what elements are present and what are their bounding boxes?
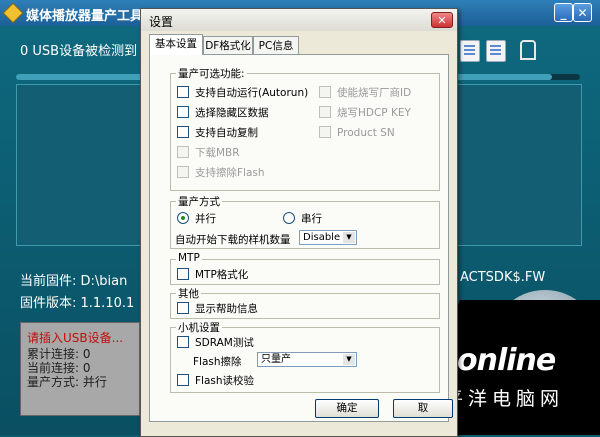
checkbox-box — [319, 86, 331, 98]
checkbox-box — [319, 106, 331, 118]
download-mbr-checkbox: 下载MBR — [177, 146, 240, 160]
auto-copy-label: 支持自动复制 — [195, 127, 258, 139]
device-settings-title: 小机设置 — [176, 320, 222, 335]
mtp-format-label: MTP格式化 — [195, 269, 249, 281]
checkbox-box — [177, 302, 189, 314]
show-help-label: 显示帮助信息 — [195, 303, 258, 315]
minimize-button[interactable]: _ — [554, 3, 573, 22]
auto-copy-checkbox[interactable]: 支持自动复制 — [177, 126, 258, 140]
product-sn-label: Product SN — [337, 127, 395, 139]
dialog-close-button[interactable]: ✕ — [431, 12, 453, 28]
flash-verify-checkbox[interactable]: Flash读校验 — [177, 374, 254, 388]
production-mode: 量产方式: 并行 — [27, 375, 107, 389]
other-group: 其他 显示帮助信息 — [170, 286, 440, 319]
serial-label: 串行 — [301, 213, 322, 225]
mode-group-title: 量产方式 — [176, 194, 222, 209]
flash-erase-value: 只量产 — [261, 354, 291, 365]
checkbox-box — [177, 126, 189, 138]
settings-dialog: 设置 ✕ 基本设置 DF格式化 PC信息 量产可选功能: 支持自动运行(Auto… — [140, 8, 458, 437]
hdcp-key-label: 烧写HDCP KEY — [337, 107, 411, 119]
ok-button[interactable]: 确定 — [315, 399, 379, 418]
firmware-version: 固件版本: 1.1.10.1 — [20, 296, 135, 311]
device-settings-group: 小机设置 SDRAM测试 Flash擦除 只量产 ▼ Flash读校验 — [170, 320, 440, 393]
download-mbr-label: 下载MBR — [195, 147, 240, 159]
tab-df-format[interactable]: DF格式化 — [203, 36, 253, 55]
radio-dot — [177, 212, 189, 224]
tab-basic-settings[interactable]: 基本设置 — [149, 34, 203, 55]
erase-flash-label: 支持擦除Flash — [195, 167, 265, 179]
autorun-label: 支持自动运行(Autorun) — [195, 87, 309, 99]
sdram-test-label: SDRAM测试 — [195, 337, 254, 349]
help-doc-icon[interactable] — [486, 40, 506, 62]
mode-group: 量产方式 并行 串行 自动开始下载的样机数量 Disable ▼ — [170, 194, 440, 249]
basic-settings-page: 量产可选功能: 支持自动运行(Autorun) 选择隐藏区数据 支持自动复制 下… — [149, 54, 449, 422]
settings-doc-icon[interactable] — [460, 40, 480, 62]
hidden-area-label: 选择隐藏区数据 — [195, 107, 269, 119]
flash-erase-select[interactable]: 只量产 ▼ — [257, 352, 357, 367]
flash-erase-label: Flash擦除 — [193, 356, 242, 368]
options-group: 量产可选功能: 支持自动运行(Autorun) 选择隐藏区数据 支持自动复制 下… — [170, 66, 440, 191]
firmware-path: 当前固件: D:\bian — [20, 274, 128, 289]
app-logo-icon — [2, 2, 24, 24]
flash-verify-label: Flash读校验 — [195, 375, 255, 387]
auto-start-select[interactable]: Disable ▼ — [299, 230, 357, 245]
checkbox-box — [177, 268, 189, 280]
status-info-box: 请插入USB设备... 累计连接: 0 当前连接: 0 量产方式: 并行 — [20, 322, 140, 416]
auto-start-value: Disable — [303, 232, 341, 243]
serial-radio[interactable]: 串行 — [283, 212, 322, 226]
other-group-title: 其他 — [176, 286, 201, 301]
usb-status-text: 0 USB设备被检测到 0 — [20, 44, 150, 59]
mtp-format-checkbox[interactable]: MTP格式化 — [177, 268, 248, 282]
chevron-down-icon: ▼ — [343, 354, 355, 365]
mtp-group: MTP MTP格式化 — [170, 252, 440, 285]
checkbox-box — [177, 336, 189, 348]
parallel-radio[interactable]: 并行 — [177, 212, 216, 226]
chevron-down-icon: ▼ — [343, 232, 355, 243]
dialog-titlebar: 设置 ✕ — [141, 9, 457, 31]
close-button[interactable]: ✕ — [573, 3, 592, 22]
checkbox-box — [177, 166, 189, 178]
checkbox-box — [177, 374, 189, 386]
vendor-id-label: 使能烧写厂商ID — [337, 87, 412, 99]
checkbox-box — [177, 86, 189, 98]
main-window-title: 媒体播放器量产工具 — [26, 9, 144, 24]
mtp-group-title: MTP — [176, 252, 202, 264]
power-icon[interactable] — [520, 40, 536, 60]
show-help-checkbox[interactable]: 显示帮助信息 — [177, 302, 258, 316]
erase-flash-checkbox: 支持擦除Flash — [177, 166, 265, 180]
firmware-filename: ACTSDK$.FW — [460, 270, 546, 285]
insert-usb-message: 请插入USB设备... — [27, 331, 124, 345]
radio-dot — [283, 212, 295, 224]
tab-pc-info[interactable]: PC信息 — [253, 36, 299, 55]
options-group-title: 量产可选功能: — [176, 66, 247, 81]
sdram-test-checkbox[interactable]: SDRAM测试 — [177, 336, 254, 350]
checkbox-box — [177, 146, 189, 158]
cancel-button[interactable]: 取 — [393, 399, 453, 418]
checkbox-box — [319, 126, 331, 138]
autorun-checkbox[interactable]: 支持自动运行(Autorun) — [177, 86, 308, 100]
checkbox-box — [177, 106, 189, 118]
product-sn-checkbox: Product SN — [319, 126, 395, 140]
auto-start-label: 自动开始下载的样机数量 — [175, 234, 291, 246]
hidden-area-checkbox[interactable]: 选择隐藏区数据 — [177, 106, 269, 120]
vendor-id-checkbox: 使能烧写厂商ID — [319, 86, 411, 100]
hdcp-key-checkbox: 烧写HDCP KEY — [319, 106, 411, 120]
parallel-label: 并行 — [195, 213, 216, 225]
dialog-title: 设置 — [149, 15, 174, 29]
